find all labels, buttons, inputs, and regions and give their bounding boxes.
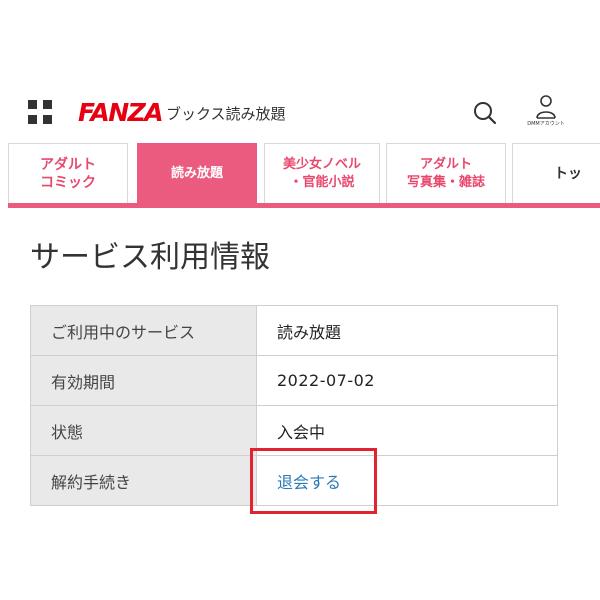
row-value-cancel: 退会する [256, 455, 558, 506]
tab-read-unlimited[interactable]: 読み放題 [137, 143, 257, 203]
fanza-logo[interactable]: FANZA [78, 99, 164, 127]
table-row: 有効期間 2022-07-02 [30, 355, 558, 406]
header: FANZA ブックス読み放題 DMMアカウント [0, 92, 600, 136]
table-row: 解約手続き 退会する [30, 455, 558, 506]
tab-top[interactable]: トッ [512, 143, 600, 203]
table-row: ご利用中のサービス 読み放題 [30, 305, 558, 356]
row-value-period: 2022-07-02 [256, 355, 558, 406]
user-icon [536, 95, 556, 119]
search-icon[interactable] [472, 100, 498, 126]
row-label-cancel: 解約手続き [30, 455, 257, 506]
account-label: DMMアカウント [527, 121, 565, 127]
tab-photo-magazine[interactable]: アダルト 写真集・雑誌 [386, 143, 506, 203]
row-label-period: 有効期間 [30, 355, 257, 406]
row-value-service: 読み放題 [256, 305, 558, 356]
grid-menu-icon[interactable] [28, 100, 54, 126]
tab-novel[interactable]: 美少女ノベル ・官能小説 [264, 143, 380, 203]
cancel-membership-link[interactable]: 退会する [277, 473, 341, 492]
row-label-service: ご利用中のサービス [30, 305, 257, 356]
tab-adult-comic[interactable]: アダルト コミック [8, 143, 128, 203]
table-row: 状態 入会中 [30, 405, 558, 456]
page: FANZA ブックス読み放題 DMMアカウント アダルト コミック 読み放題 美… [0, 0, 600, 600]
row-label-status: 状態 [30, 405, 257, 456]
row-value-status: 入会中 [256, 405, 558, 456]
account-button[interactable]: DMMアカウント [518, 94, 574, 134]
service-info-table: ご利用中のサービス 読み放題 有効期間 2022-07-02 状態 入会中 解約… [30, 305, 558, 506]
category-tabs: アダルト コミック 読み放題 美少女ノベル ・官能小説 アダルト 写真集・雑誌 … [0, 143, 600, 211]
tabs-underline [8, 203, 600, 208]
page-title: サービス利用情報 [30, 240, 270, 275]
service-name: ブックス読み放題 [166, 105, 286, 123]
